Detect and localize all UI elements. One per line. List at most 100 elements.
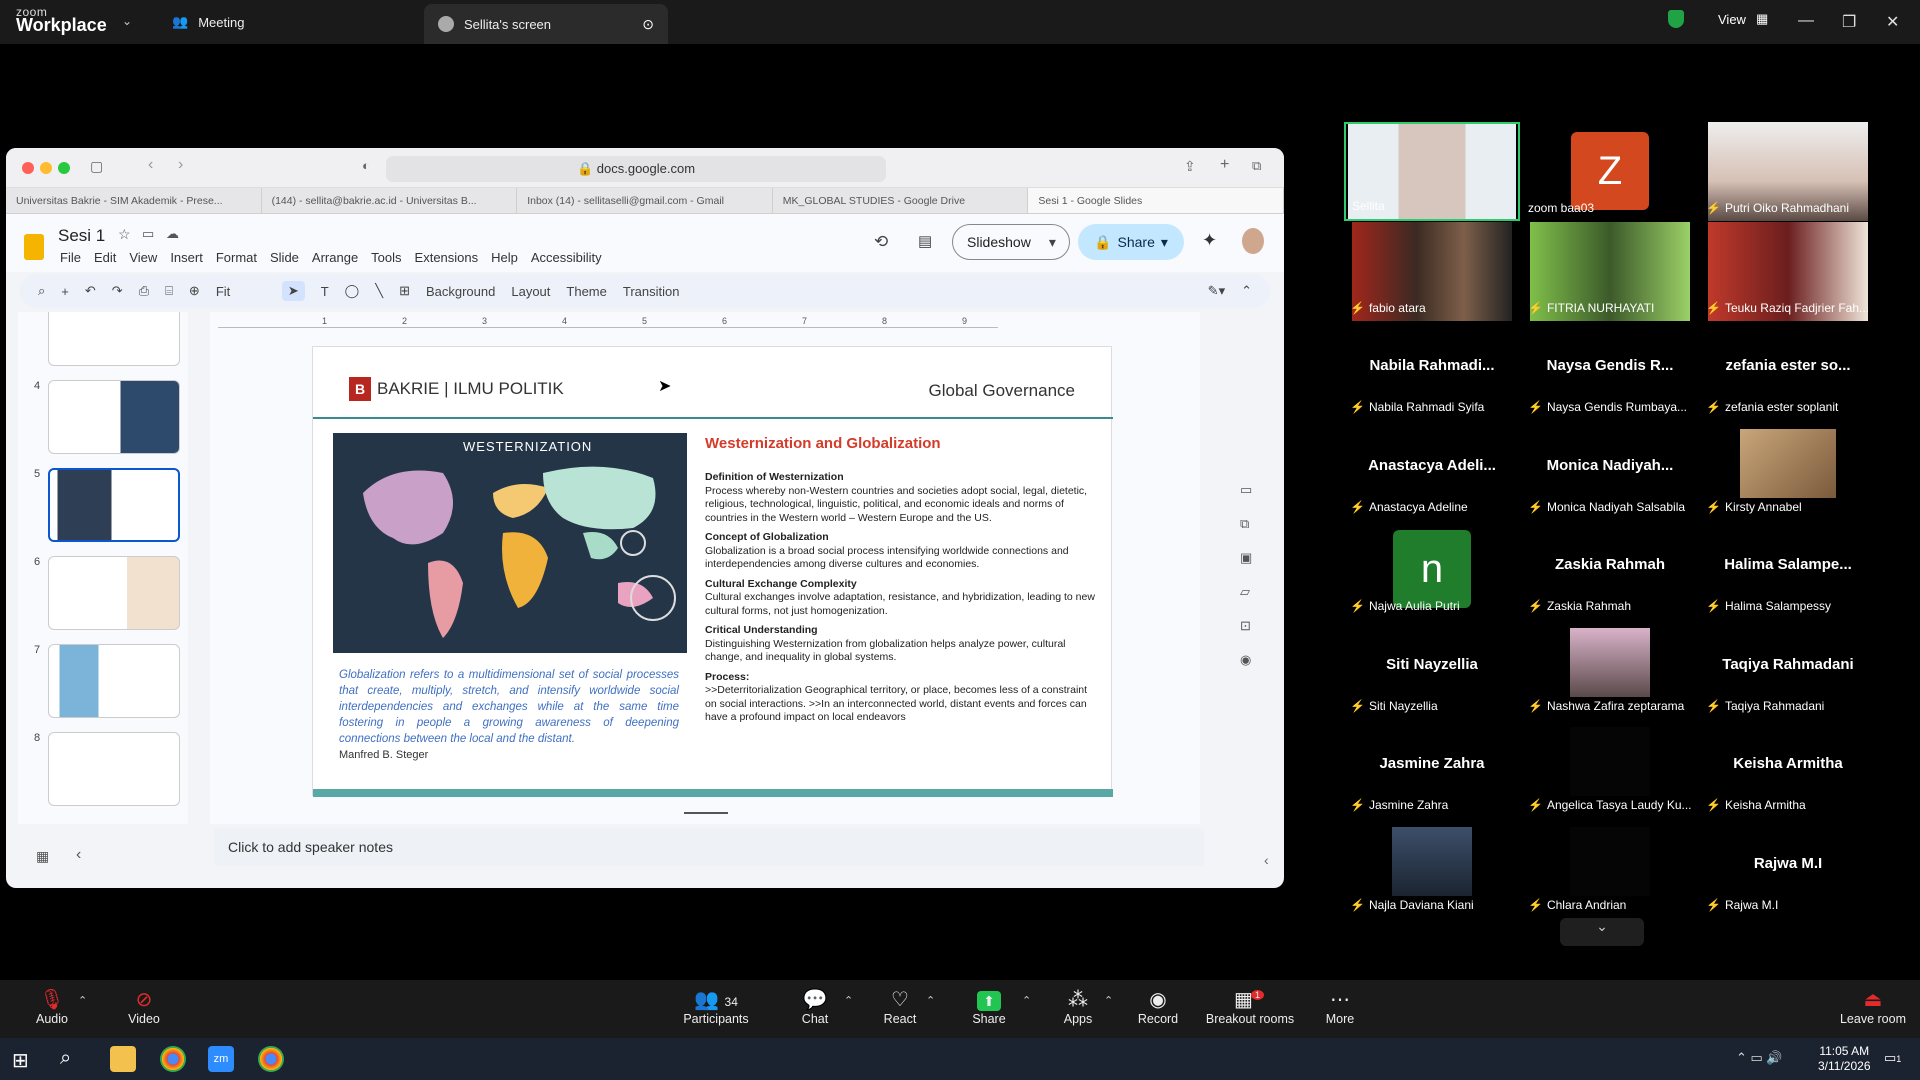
participant-tile[interactable]: Taqiya Rahmadani ⚡ Taqiya Rahmadani — [1700, 620, 1876, 719]
browser-tab[interactable]: Inbox (14) - sellitaselli@gmail.com - Gm… — [517, 188, 773, 213]
zoom-workplace-logo[interactable]: zoom Workplace — [16, 6, 107, 35]
participant-tile[interactable]: Keisha Armitha ⚡ Keisha Armitha — [1700, 719, 1876, 818]
participant-tile[interactable]: Zzoom baa03 — [1522, 122, 1698, 221]
participants-button[interactable]: 👥 34 Participants — [666, 988, 766, 1026]
menu-format[interactable]: Format — [216, 250, 257, 265]
search-icon[interactable]: ⌕ — [38, 283, 45, 299]
menu-tools[interactable]: Tools — [371, 250, 401, 265]
participant-tile[interactable]: Jasmine Zahra ⚡ Jasmine Zahra — [1344, 719, 1520, 818]
participant-tile[interactable]: Naysa Gendis R... ⚡ Naysa Gendis Rumbaya..… — [1522, 321, 1698, 420]
chrome-icon[interactable] — [160, 1046, 186, 1072]
collapse-filmstrip-icon[interactable]: ‹ — [76, 846, 81, 864]
menu-extensions[interactable]: Extensions — [415, 250, 479, 265]
slide-thumbnail[interactable] — [48, 556, 180, 630]
more-button[interactable]: ⋯ More — [1300, 988, 1380, 1026]
share-screen-button[interactable]: ⬆ Share — [949, 988, 1029, 1026]
menu-help[interactable]: Help — [491, 250, 518, 265]
participant-tile[interactable]: Nabila Rahmadi... ⚡ Nabila Rahmadi Syifa — [1344, 321, 1520, 420]
participant-tile[interactable]: Monica Nadiyah... ⚡ Monica Nadiyah Salsabi… — [1522, 421, 1698, 520]
chevron-down-icon[interactable]: ⌄ — [122, 14, 132, 28]
tab-overview-icon[interactable]: ⧉ — [1252, 158, 1261, 174]
sidebar-icon[interactable]: ▢ — [90, 158, 103, 175]
participant-tile[interactable]: zefania ester so... ⚡ zefania ester soplan… — [1700, 321, 1876, 420]
chevron-down-icon[interactable]: ▾ — [1161, 234, 1168, 251]
windows-start-icon[interactable]: ⊞ — [12, 1048, 29, 1073]
insert-icon[interactable]: ⊡ — [1240, 618, 1268, 634]
forward-icon[interactable]: › — [178, 156, 183, 174]
current-slide[interactable]: B BAKRIE | ILMU POLITIK Global Governanc… — [312, 346, 1113, 797]
print-icon[interactable]: ⎙ — [139, 283, 149, 299]
new-slide-icon[interactable]: + — [61, 284, 69, 299]
slide-thumbnail[interactable] — [48, 380, 180, 454]
participant-tile[interactable]: ⚡ Putri Oiko Rahmadhani — [1700, 122, 1876, 221]
address-bar[interactable]: 🔒 docs.google.com — [386, 156, 886, 182]
slides-logo-icon[interactable] — [24, 234, 44, 260]
chevron-up-icon[interactable]: ⌃ — [844, 994, 853, 1007]
chrome-profile-icon[interactable] — [258, 1046, 284, 1072]
participant-tile[interactable]: Rajwa M.I ⚡ Rajwa M.I — [1700, 819, 1876, 918]
slide-thumbnail[interactable] — [48, 644, 180, 718]
notes-resize-handle[interactable] — [684, 812, 728, 814]
browser-tab[interactable]: MK_GLOBAL STUDIES - Google Drive — [773, 188, 1029, 213]
layout-button[interactable]: Layout — [511, 284, 550, 299]
participant-tile[interactable]: ⚡ fabio atara — [1344, 221, 1520, 321]
zoom-taskbar-icon[interactable]: zm — [208, 1046, 234, 1072]
document-title[interactable]: Sesi 1 — [58, 226, 105, 246]
theme-button[interactable]: Theme — [566, 284, 606, 299]
scroll-down-icon[interactable]: ⌄ — [1560, 918, 1644, 946]
participant-tile[interactable]: Sellita — [1344, 122, 1520, 221]
paint-format-icon[interactable]: ⌸ — [165, 283, 173, 299]
background-button[interactable]: Background — [426, 284, 495, 299]
transition-button[interactable]: Transition — [623, 284, 680, 299]
participant-tile[interactable]: ⚡ Kirsty Annabel — [1700, 421, 1876, 520]
captions-icon[interactable]: ▭ — [1240, 482, 1268, 498]
text-box-icon[interactable]: T — [321, 284, 329, 299]
shape-icon[interactable]: ◯ — [345, 283, 360, 299]
view-button[interactable]: View ▦ — [1668, 10, 1768, 28]
share-button[interactable]: 🔒 Share ▾ — [1078, 224, 1184, 260]
avatar[interactable] — [1242, 228, 1264, 254]
slide-thumbnail-selected[interactable] — [48, 468, 180, 542]
line-icon[interactable]: ╲ — [375, 283, 383, 299]
star-icon[interactable]: ☆ — [118, 226, 131, 243]
chevron-up-icon[interactable]: ⌃ — [1104, 994, 1113, 1007]
file-explorer-icon[interactable] — [110, 1046, 136, 1072]
chevron-up-icon[interactable]: ⌃ — [926, 994, 935, 1007]
menu-edit[interactable]: Edit — [94, 250, 116, 265]
minimize-icon[interactable]: — — [1798, 12, 1814, 30]
participant-tile[interactable]: ⚡ Angelica Tasya Laudy Ku... — [1522, 719, 1698, 818]
undo-icon[interactable]: ↶ — [85, 283, 96, 299]
menu-slide[interactable]: Slide — [270, 250, 299, 265]
menu-arrange[interactable]: Arrange — [312, 250, 358, 265]
zoom-icon[interactable]: ⊕ — [189, 283, 200, 299]
zoom-select[interactable]: Fit — [216, 284, 266, 299]
slideshow-button[interactable]: Slideshow ▾ — [952, 224, 1070, 260]
chevron-up-icon[interactable]: ⌃ — [78, 994, 87, 1007]
participant-tile[interactable]: Siti Nayzellia ⚡ Siti Nayzellia — [1344, 620, 1520, 719]
restore-icon[interactable]: ❐ — [1842, 12, 1856, 32]
menu-accessibility[interactable]: Accessibility — [531, 250, 602, 265]
participant-tile[interactable]: Anastacya Adeli... ⚡ Anastacya Adeline — [1344, 421, 1520, 520]
collapse-icon[interactable]: ⌃ — [1241, 283, 1252, 299]
copy-icon[interactable]: ⧉ — [1240, 516, 1268, 532]
search-icon[interactable]: ⌕ — [60, 1047, 71, 1070]
participant-tile[interactable]: ⚡ FITRIA NURHAYATI — [1522, 221, 1698, 321]
image-icon[interactable]: ▣ — [1240, 550, 1268, 566]
editing-mode-icon[interactable]: ✎▾ — [1208, 283, 1225, 299]
chat-button[interactable]: 💬 Chat — [775, 988, 855, 1026]
new-tab-icon[interactable]: + — [1220, 156, 1229, 174]
participant-tile[interactable]: n ⚡ Najwa Aulia Putri — [1344, 520, 1520, 619]
minimize-dot[interactable] — [40, 162, 52, 174]
history-icon[interactable]: ⟲ — [874, 232, 888, 252]
browser-tab[interactable]: Universitas Bakrie - SIM Akademik - Pres… — [6, 188, 262, 213]
browser-tab[interactable]: (144) - sellita@bakrie.ac.id - Universit… — [262, 188, 518, 213]
zoom-dot[interactable] — [58, 162, 70, 174]
participant-tile[interactable]: Halima Salampe... ⚡ Halima Salampessy — [1700, 520, 1876, 619]
slide-thumbnail[interactable] — [48, 732, 180, 806]
leave-room-button[interactable]: ⏏ Leave room — [1828, 988, 1918, 1026]
select-icon[interactable]: ➤ — [281, 281, 305, 301]
close-icon[interactable]: ✕ — [1886, 12, 1899, 32]
breakout-rooms-button[interactable]: ▦ 1 Breakout rooms — [1200, 988, 1300, 1026]
notification-icon[interactable]: ▭1 — [1884, 1050, 1901, 1066]
chevron-down-icon[interactable]: ▾ — [1049, 234, 1056, 251]
